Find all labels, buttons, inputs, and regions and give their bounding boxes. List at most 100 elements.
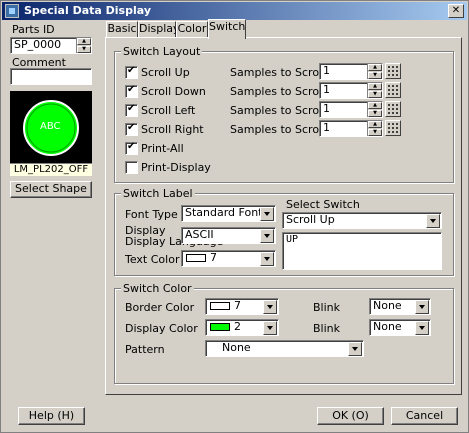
- pattern-value: None: [222, 341, 251, 354]
- blink-select-1[interactable]: None: [369, 298, 431, 315]
- chevron-down-icon[interactable]: [348, 342, 362, 356]
- print-all-label: Print-All: [141, 142, 184, 155]
- font-type-select[interactable]: Standard Font: [181, 205, 276, 222]
- window-title: Special Data Display: [24, 4, 151, 17]
- samples-spinner-2[interactable]: ▲ ▼: [367, 83, 382, 98]
- select-shape-button[interactable]: Select Shape: [10, 181, 92, 198]
- border-color-swatch: [210, 302, 230, 310]
- label-text-area[interactable]: UP: [282, 232, 442, 270]
- keypad-icon: [388, 85, 398, 95]
- close-button[interactable]: ✕: [448, 4, 464, 18]
- scroll-right-checkbox[interactable]: [125, 122, 138, 136]
- spin-up-icon[interactable]: ▲: [77, 38, 91, 45]
- tab-display[interactable]: Display: [138, 21, 180, 38]
- chevron-down-icon[interactable]: [260, 229, 274, 243]
- chevron-down-icon[interactable]: [415, 300, 429, 314]
- print-all-checkbox[interactable]: [125, 141, 138, 155]
- chevron-down-icon[interactable]: [263, 321, 277, 335]
- samples-input-2[interactable]: 1 ▲ ▼: [319, 82, 383, 99]
- border-color-select[interactable]: 7: [205, 298, 279, 315]
- scroll-right-label: Scroll Right: [141, 123, 204, 136]
- display-color-value: 2: [234, 320, 241, 333]
- help-button[interactable]: Help (H): [18, 407, 85, 425]
- text-color-select[interactable]: 7: [181, 250, 276, 267]
- scroll-left-label: Scroll Left: [141, 104, 196, 117]
- select-switch-select[interactable]: Scroll Up: [282, 212, 442, 229]
- scroll-up-label: Scroll Up: [141, 66, 190, 79]
- print-display-checkbox[interactable]: [125, 161, 138, 174]
- samples-spinner-4[interactable]: ▲ ▼: [367, 121, 382, 136]
- spin-down-icon[interactable]: ▼: [77, 46, 91, 53]
- spin-up-icon[interactable]: ▲: [368, 102, 382, 109]
- scroll-down-label: Scroll Down: [141, 85, 206, 98]
- keypad-button-1[interactable]: [385, 63, 401, 79]
- comment-input[interactable]: [10, 68, 92, 85]
- chevron-down-icon[interactable]: [415, 321, 429, 335]
- cancel-button[interactable]: Cancel: [391, 407, 458, 425]
- blink-label-2: Blink: [313, 322, 341, 335]
- font-type-value: Standard Font: [185, 206, 263, 219]
- spin-down-icon[interactable]: ▼: [368, 110, 382, 117]
- scroll-down-checkbox[interactable]: [125, 84, 138, 98]
- display-color-label: Display Color: [125, 322, 198, 335]
- samples-value-1: 1: [323, 64, 330, 77]
- samples-label-2: Samples to Scroll: [230, 85, 326, 98]
- dialog-window: Special Data Display ✕ Parts ID SP_0000 …: [0, 0, 469, 433]
- pattern-select[interactable]: None: [205, 340, 364, 357]
- parts-id-input[interactable]: SP_0000 ▲ ▼: [10, 37, 92, 54]
- keypad-icon: [388, 66, 398, 76]
- keypad-icon: [388, 123, 398, 133]
- parts-id-label: Parts ID: [12, 23, 55, 36]
- display-language-value: ASCII: [185, 228, 214, 241]
- spin-down-icon[interactable]: ▼: [368, 72, 382, 79]
- tab-switch[interactable]: Switch: [208, 19, 246, 39]
- keypad-button-3[interactable]: [385, 101, 401, 117]
- tab-color[interactable]: Color: [176, 21, 208, 38]
- keypad-button-2[interactable]: [385, 82, 401, 98]
- samples-input-1[interactable]: 1 ▲ ▼: [319, 63, 383, 80]
- blink-value-1: None: [373, 299, 402, 312]
- keypad-button-4[interactable]: [385, 120, 401, 136]
- select-switch-value: Scroll Up: [286, 213, 335, 226]
- spin-down-icon[interactable]: ▼: [368, 129, 382, 136]
- pattern-label: Pattern: [125, 343, 165, 356]
- parts-id-spinner[interactable]: ▲ ▼: [76, 38, 91, 53]
- display-color-select[interactable]: 2: [205, 319, 279, 336]
- tab-panel: Switch Layout Scroll Up Samples to Scrol…: [105, 37, 462, 395]
- spin-up-icon[interactable]: ▲: [368, 83, 382, 90]
- scroll-up-checkbox[interactable]: [125, 65, 138, 79]
- switch-label-title: Switch Label: [121, 187, 195, 200]
- shape-name: LM_PL202_OFF: [10, 163, 92, 176]
- title-bar[interactable]: Special Data Display ✕: [2, 2, 467, 20]
- spin-up-icon[interactable]: ▲: [368, 64, 382, 71]
- samples-input-3[interactable]: 1 ▲ ▼: [319, 101, 383, 118]
- border-color-label: Border Color: [125, 301, 195, 314]
- shape-preview: ABC LM_PL202_OFF: [10, 91, 92, 176]
- keypad-icon: [388, 104, 398, 114]
- chevron-down-icon[interactable]: [260, 252, 274, 266]
- blink-label-1: Blink: [313, 301, 341, 314]
- samples-label-3: Samples to Scroll: [230, 104, 326, 117]
- switch-color-title: Switch Color: [121, 282, 194, 295]
- chevron-down-icon[interactable]: [263, 300, 277, 314]
- scroll-left-checkbox[interactable]: [125, 103, 138, 117]
- blink-select-2[interactable]: None: [369, 319, 431, 336]
- spin-down-icon[interactable]: ▼: [368, 91, 382, 98]
- chevron-down-icon[interactable]: [426, 214, 440, 228]
- chevron-down-icon[interactable]: [260, 207, 274, 221]
- switch-layout-title: Switch Layout: [121, 45, 203, 58]
- samples-input-4[interactable]: 1 ▲ ▼: [319, 120, 383, 137]
- spin-up-icon[interactable]: ▲: [368, 121, 382, 128]
- app-icon: [5, 4, 19, 18]
- text-color-value: 7: [210, 251, 217, 264]
- tab-basic[interactable]: Basic: [106, 21, 138, 38]
- samples-value-2: 1: [323, 83, 330, 96]
- text-color-swatch: [186, 254, 206, 262]
- ok-button[interactable]: OK (O): [317, 407, 384, 425]
- samples-spinner-3[interactable]: ▲ ▼: [367, 102, 382, 117]
- display-language-select[interactable]: ASCII: [181, 227, 276, 244]
- select-switch-label: Select Switch: [286, 198, 360, 211]
- samples-value-4: 1: [323, 121, 330, 134]
- samples-spinner-1[interactable]: ▲ ▼: [367, 64, 382, 79]
- display-color-swatch: [210, 323, 230, 331]
